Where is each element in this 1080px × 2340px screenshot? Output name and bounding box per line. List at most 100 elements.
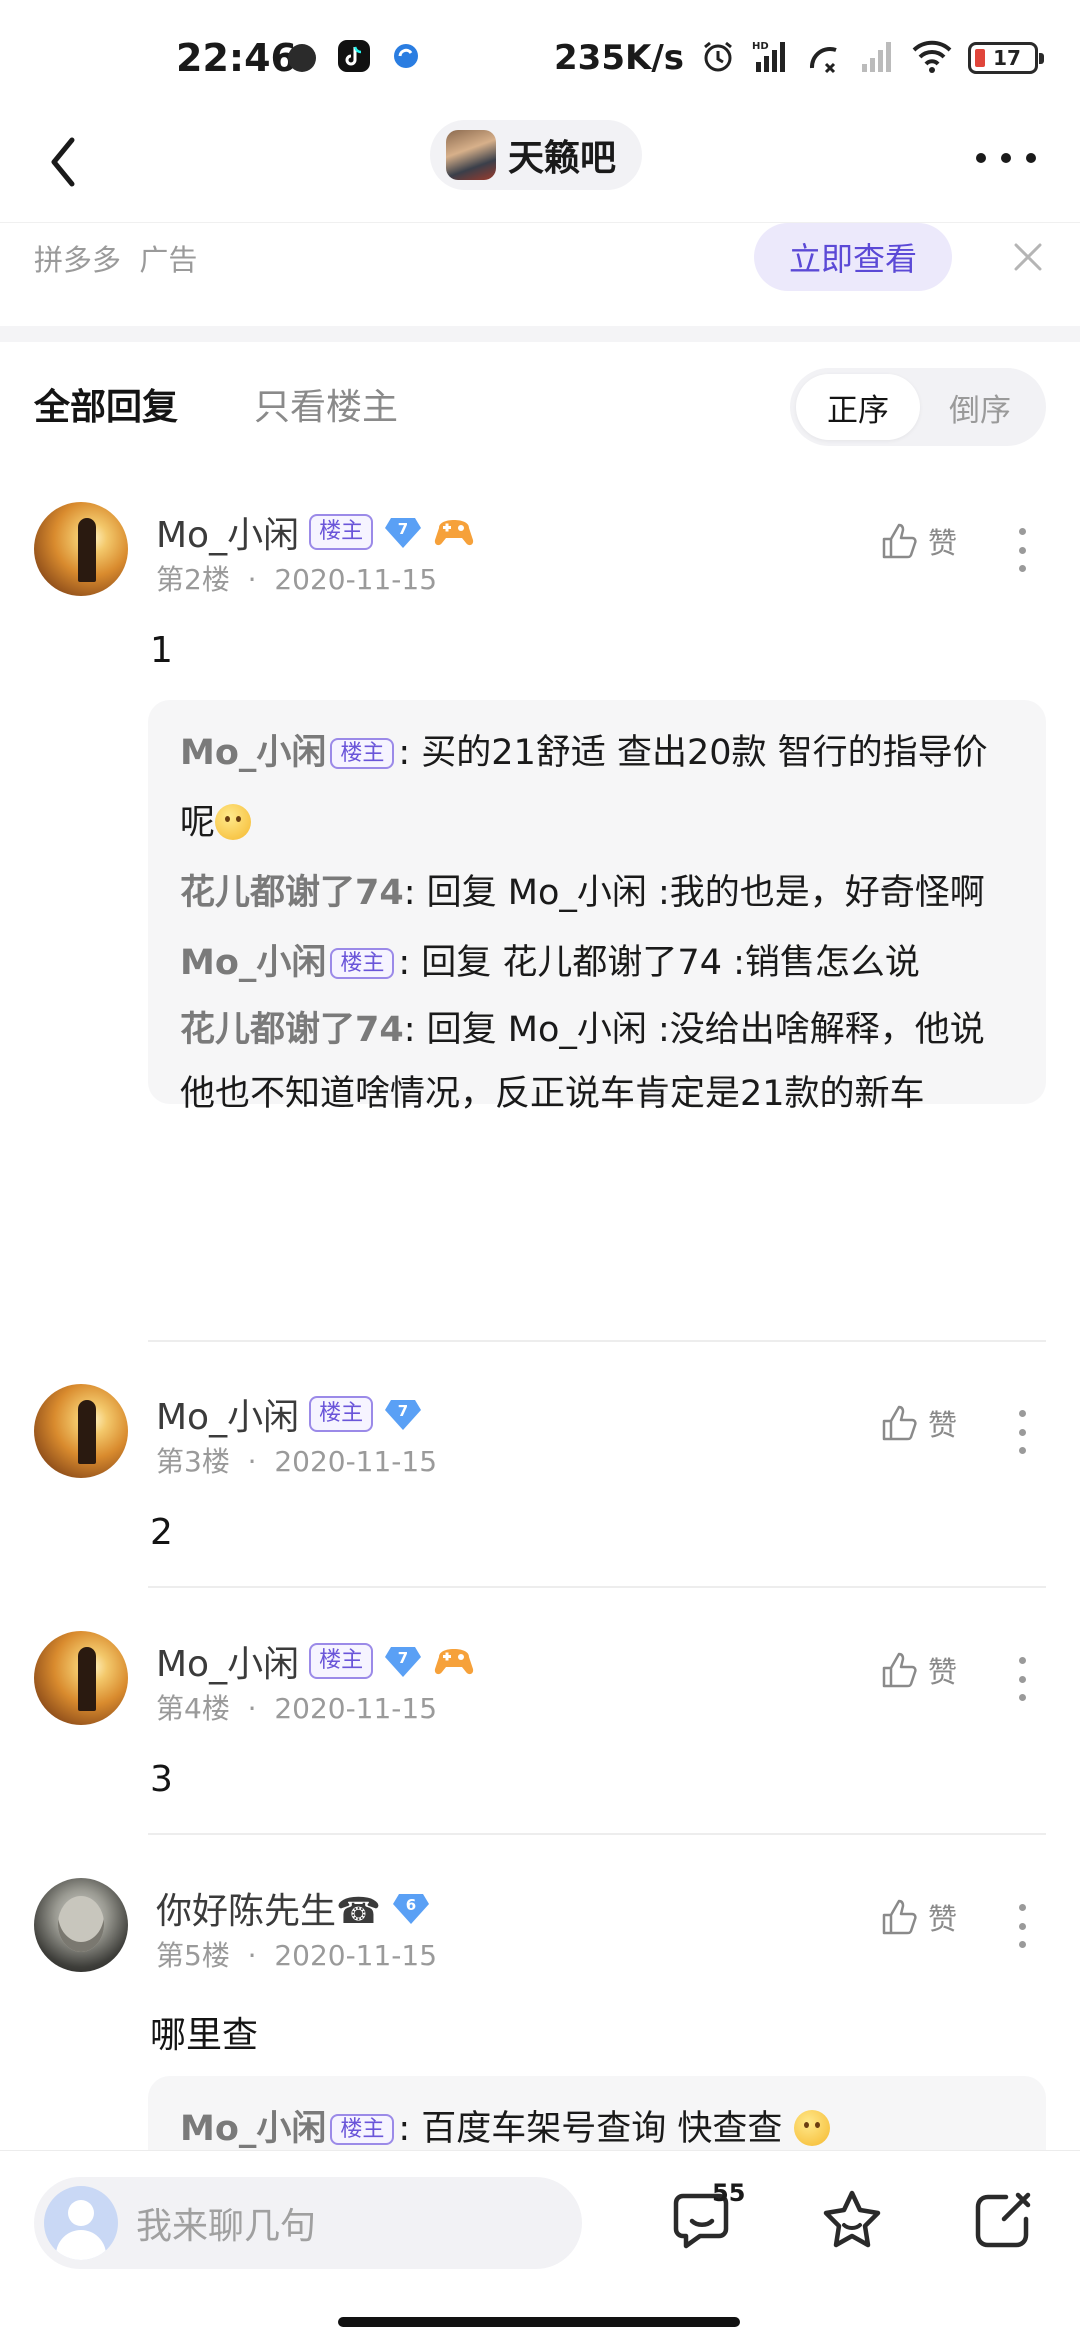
reply-input[interactable]: 我来聊几句 — [34, 2177, 582, 2269]
reply-text: : 回复 Mo_小闲 :我的也是，好奇怪啊 — [403, 873, 985, 913]
alarm-icon — [700, 38, 736, 78]
post-content: 哪里查 — [150, 2015, 259, 2056]
reply-input-placeholder: 我来聊几句 — [136, 2206, 317, 2247]
avatar[interactable] — [34, 1878, 128, 1972]
home-indicator[interactable] — [338, 2317, 740, 2327]
like-button[interactable]: 赞 — [880, 1649, 957, 1691]
svg-text:7: 7 — [398, 520, 408, 538]
post-content: 1 — [150, 630, 173, 671]
username[interactable]: 你好陈先生☎ — [156, 1882, 381, 1934]
like-label: 赞 — [928, 526, 958, 560]
svg-text:HD: HD — [752, 41, 769, 52]
reply-author[interactable]: 花儿都谢了74 — [180, 873, 404, 913]
post-menu-button[interactable] — [1012, 1410, 1032, 1454]
reply-author[interactable]: Mo_小闲 — [180, 733, 326, 773]
thumb-up-icon — [882, 1899, 917, 1935]
avatar[interactable] — [34, 502, 128, 596]
op-tag: 楼主 — [330, 738, 395, 769]
post-meta: 第3楼 · 2020-11-15 — [156, 1445, 438, 1478]
signal-icon — [808, 38, 844, 78]
reply-author[interactable]: 花儿都谢了74 — [180, 1010, 404, 1050]
forum-avatar — [446, 130, 496, 180]
svg-text:7: 7 — [398, 1649, 408, 1667]
username-row: Mo_小闲 楼主 7 — [156, 1635, 475, 1687]
close-icon[interactable] — [1008, 237, 1048, 277]
username[interactable]: Mo_小闲 — [156, 1635, 299, 1687]
tab-op-only[interactable]: 只看楼主 — [254, 378, 398, 430]
user-avatar-icon — [44, 2186, 118, 2260]
reply-author[interactable]: Mo_小闲 — [180, 943, 326, 983]
reply-author[interactable]: Mo_小闲 — [180, 2109, 326, 2149]
wifi-icon — [912, 38, 952, 78]
reply-item: 花儿都谢了74: 回复 Mo_小闲 :我的也是，好奇怪啊 — [180, 858, 1016, 928]
signal-weak-icon — [860, 38, 896, 78]
like-button[interactable]: 赞 — [880, 1402, 957, 1444]
bottom-bar: 我来聊几句 55 — [0, 2150, 1080, 2340]
level-badge-icon: 7 — [383, 1396, 423, 1432]
kebab-icon — [1018, 1657, 1026, 1664]
like-button[interactable]: 赞 — [880, 1896, 957, 1938]
post-menu-button[interactable] — [1012, 528, 1032, 572]
post-content: 2 — [150, 1512, 173, 1553]
avatar[interactable] — [34, 1631, 128, 1725]
divider — [148, 1833, 1046, 1835]
username[interactable]: Mo_小闲 — [156, 506, 299, 558]
comment-count: 55 — [712, 2179, 746, 2207]
battery-level: 17 — [993, 46, 1021, 70]
more-button[interactable] — [976, 138, 1036, 178]
level-badge-icon: 6 — [391, 1890, 431, 1926]
net-speed: 235K/s — [554, 38, 684, 78]
like-button[interactable]: 赞 — [880, 520, 957, 562]
forum-title-pill[interactable]: 天籁吧 — [430, 120, 643, 190]
like-label: 赞 — [928, 1655, 958, 1689]
post-meta: 第5楼 · 2020-11-15 — [156, 1939, 438, 1972]
status-bar: 22:46 235K/s HD 17 — [0, 0, 1080, 118]
reply-thread[interactable]: Mo_小闲 楼主: 买的21舒适 查出20款 智行的指导价呢 花儿都谢了74: 回… — [148, 700, 1046, 1114]
op-tag: 楼主 — [309, 1643, 374, 1679]
divider — [148, 1586, 1046, 1588]
back-button[interactable] — [44, 132, 104, 192]
post-meta: 第2楼 · 2020-11-15 — [156, 563, 438, 596]
post-menu-button[interactable] — [1012, 1904, 1032, 1948]
forum-name: 天籁吧 — [508, 138, 617, 179]
divider — [148, 1340, 1046, 1342]
thumb-up-icon — [882, 1652, 917, 1688]
ad-cta-button[interactable]: 立即查看 — [754, 223, 952, 291]
reply-tabs: 全部回复 只看楼主 正序 倒序 — [0, 342, 1080, 452]
status-icons: 235K/s HD 17 — [554, 34, 1044, 82]
avatar[interactable] — [34, 1384, 128, 1478]
order-asc-button[interactable]: 正序 — [796, 374, 920, 440]
app-circle-icon — [288, 44, 316, 72]
gamepad-badge-icon — [433, 1643, 475, 1679]
username[interactable]: Mo_小闲 — [156, 1388, 299, 1440]
clock: 22:46 — [176, 36, 297, 80]
top-nav: 天籁吧 — [0, 118, 1080, 222]
back-icon — [51, 137, 75, 187]
thumb-up-icon — [882, 523, 917, 559]
level-badge-icon: 7 — [383, 514, 423, 550]
reply-text: : 百度车架号查询 快查查 — [398, 2109, 783, 2149]
thinking-emoji-icon — [215, 804, 252, 840]
battery-icon: 17 — [968, 42, 1044, 74]
tab-all-replies[interactable]: 全部回复 — [34, 378, 178, 430]
tiktok-icon — [338, 40, 370, 72]
star-icon[interactable] — [816, 2185, 888, 2257]
kebab-icon — [1018, 1904, 1026, 1911]
op-tag: 楼主 — [309, 514, 374, 550]
share-icon[interactable] — [966, 2185, 1038, 2257]
username-row: Mo_小闲 楼主 7 — [156, 1388, 423, 1440]
kebab-icon — [1018, 528, 1026, 535]
post-menu-button[interactable] — [1012, 1657, 1032, 1701]
reply-item: Mo_小闲 楼主: 买的21舒适 查出20款 智行的指导价呢 — [180, 718, 1016, 858]
op-tag: 楼主 — [330, 948, 395, 979]
thumb-up-icon — [882, 1405, 917, 1441]
op-tag: 楼主 — [330, 2114, 395, 2145]
op-tag: 楼主 — [309, 1396, 374, 1432]
order-desc-button[interactable]: 倒序 — [918, 374, 1042, 440]
reply-item: 花儿都谢了74: 回复 Mo_小闲 :没给出啥解释，他说他也不知道啥情况，反正说… — [180, 998, 1016, 1126]
like-label: 赞 — [928, 1902, 958, 1936]
kebab-icon — [1018, 1410, 1026, 1417]
username-row: 你好陈先生☎ 6 — [156, 1882, 431, 1934]
post-content: 3 — [150, 1759, 173, 1800]
post-meta: 第4楼 · 2020-11-15 — [156, 1692, 438, 1725]
